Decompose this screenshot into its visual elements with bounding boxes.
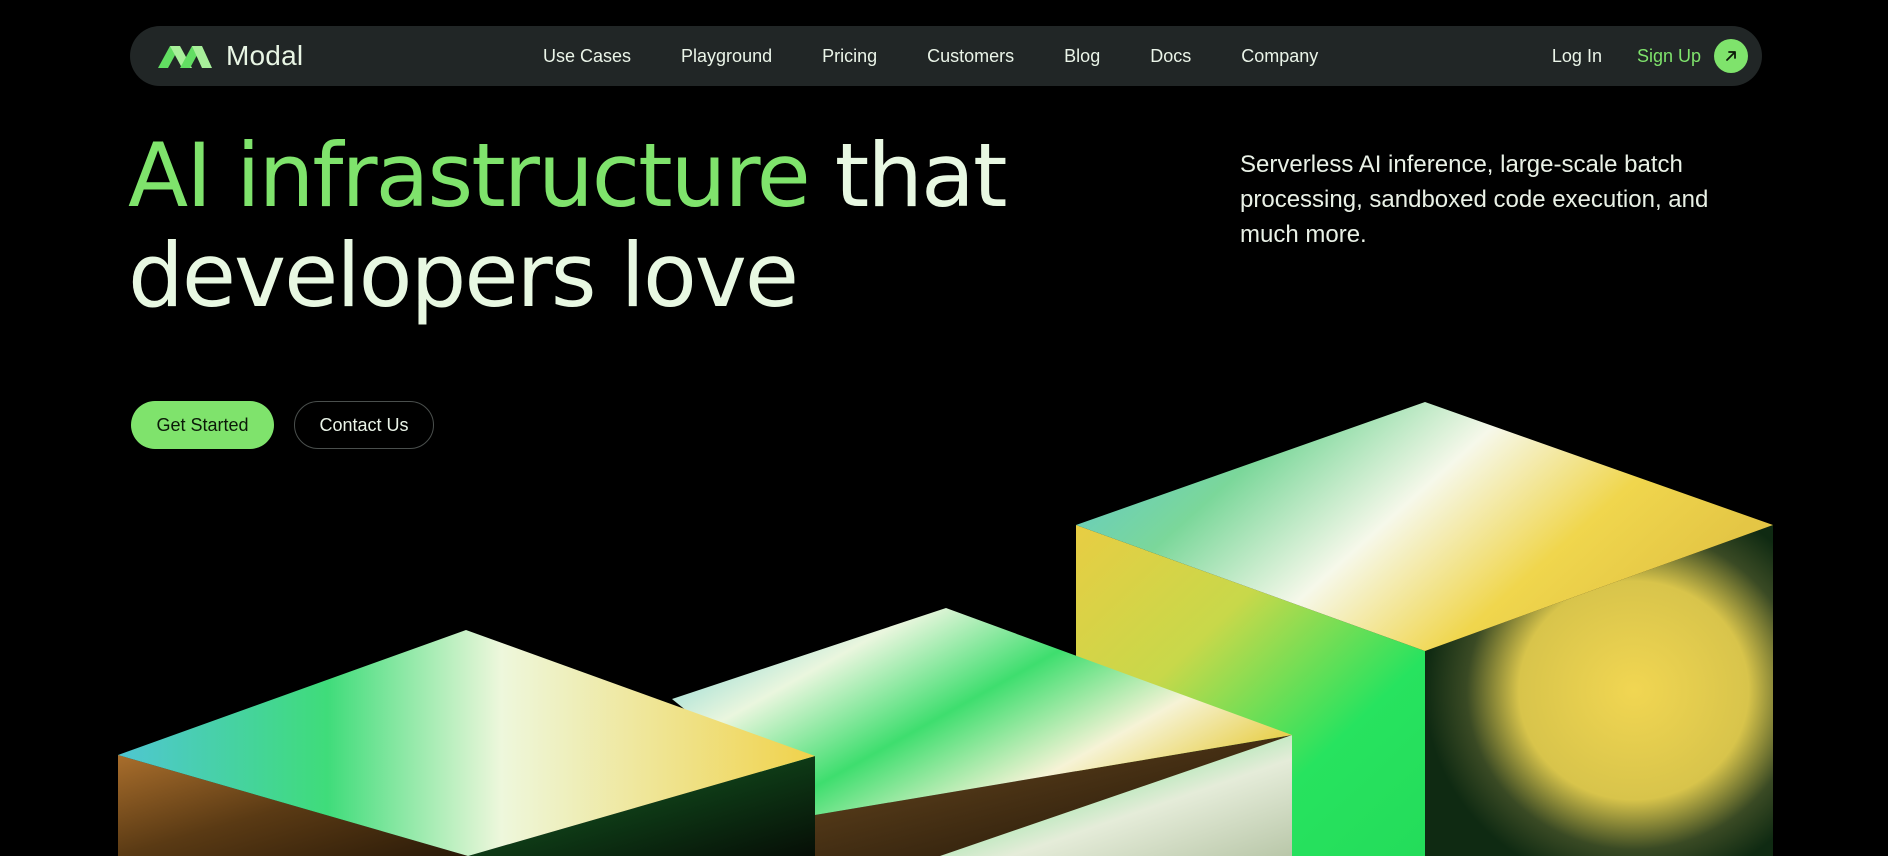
nav-actions: Log In Sign Up <box>1552 26 1748 86</box>
headline-part-2: developers love <box>128 224 799 327</box>
signup-arrow-button[interactable] <box>1714 39 1748 73</box>
nav-link-docs[interactable]: Docs <box>1150 46 1191 67</box>
brand-name: Modal <box>226 40 304 71</box>
nav-link-company[interactable]: Company <box>1241 46 1318 67</box>
contact-us-button[interactable]: Contact Us <box>294 401 434 449</box>
brand-logo-link[interactable]: Modal <box>158 26 303 86</box>
left-cube <box>118 630 815 856</box>
middle-cube <box>672 608 1292 856</box>
nav-link-use-cases[interactable]: Use Cases <box>543 46 631 67</box>
hero-description: Serverless AI inference, large-scale bat… <box>1240 151 1709 248</box>
nav-link-blog[interactable]: Blog <box>1064 46 1100 67</box>
nav-link-customers[interactable]: Customers <box>927 46 1014 67</box>
signup-link[interactable]: Sign Up <box>1637 46 1701 67</box>
get-started-button[interactable]: Get Started <box>131 401 274 449</box>
tall-cube <box>1076 402 1773 856</box>
headline-part-1: that <box>834 124 1008 227</box>
hero-headline: AI infrastructure that developers love <box>128 124 1008 327</box>
nav-links: Use Cases Playground Pricing Customers B… <box>543 26 1368 86</box>
headline-accent: AI infrastructure <box>128 124 811 227</box>
arrow-up-right-icon <box>1726 51 1736 61</box>
top-navigation: Modal Use Cases Playground Pricing Custo… <box>130 26 1762 86</box>
login-link[interactable]: Log In <box>1552 46 1602 67</box>
nav-link-playground[interactable]: Playground <box>681 46 772 67</box>
modal-logo-icon <box>158 46 212 68</box>
nav-link-pricing[interactable]: Pricing <box>822 46 877 67</box>
